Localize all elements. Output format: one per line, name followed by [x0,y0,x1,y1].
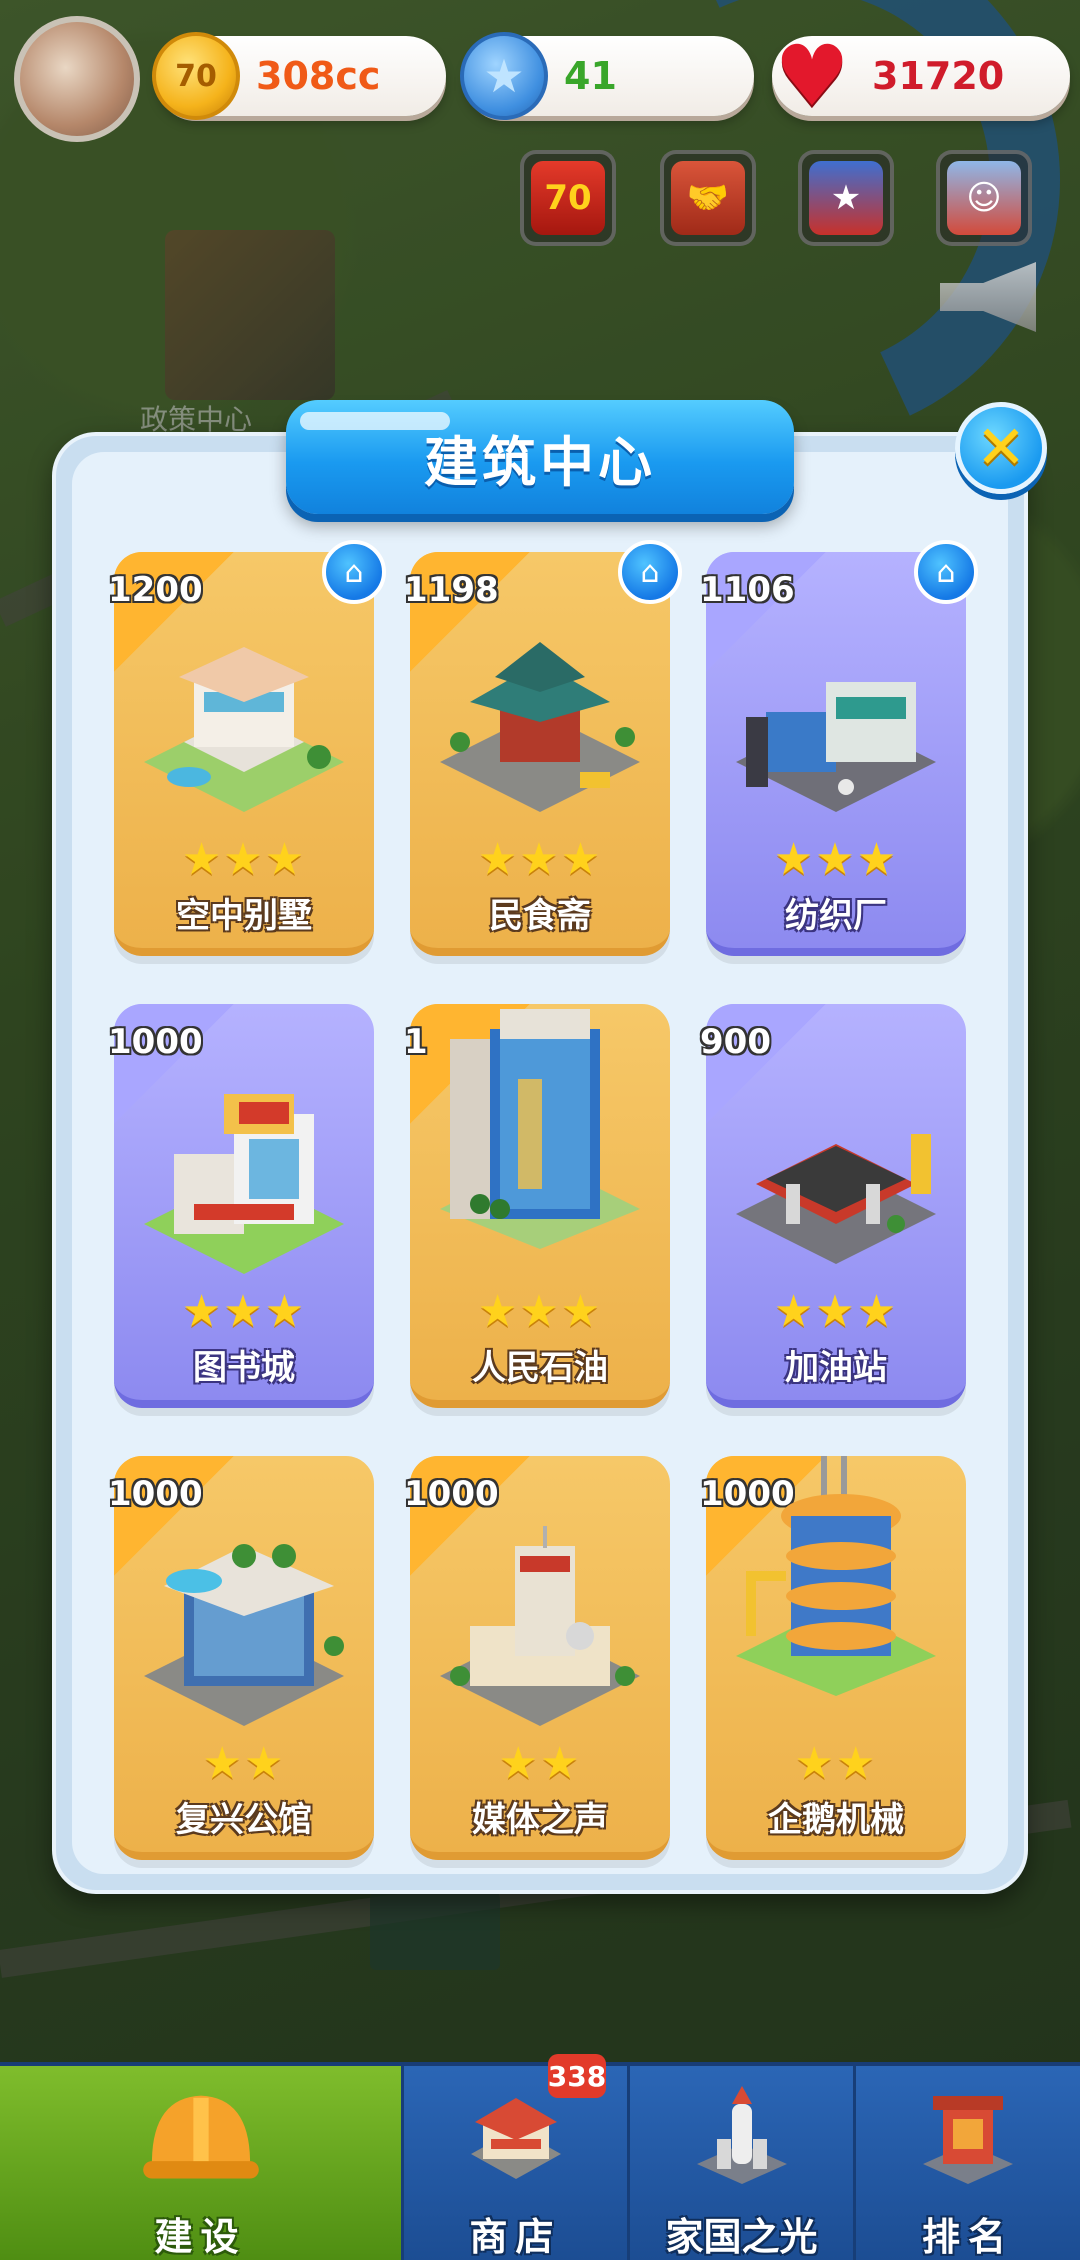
home-icon[interactable]: ⌂ [322,540,386,604]
card-name: 媒体之声 [472,1800,608,1840]
card-name: 民食斋 [489,896,591,936]
building-card-gas-station[interactable]: 900 ★★★ 加油站 [700,1004,966,1408]
panel-title: 建筑中心 [424,430,656,494]
event-character-button[interactable]: ☺ [936,150,1032,246]
card-price: 1000 [108,1022,203,1062]
anniversary-70-icon: 70 [531,161,605,235]
star-rating: ★★ [202,1738,286,1789]
hero-event-icon: ★ [809,161,883,235]
event-handshake-button[interactable]: 🤝 [660,150,756,246]
player-avatar[interactable] [14,16,140,142]
nav-tab-build[interactable]: 建设 [0,2066,404,2260]
star-rating: ★★ [498,1738,582,1789]
villa-illustration [144,647,344,812]
gas-station-illustration [736,1134,936,1264]
office-tower-illustration [440,1009,640,1249]
nav-tab-ranking[interactable]: 排名 [856,2066,1080,2260]
close-icon: ✕ [975,413,1027,483]
building-card-book-city[interactable]: 1000 ★★★ 图书城 [108,1004,374,1408]
card-name: 图书城 [193,1348,295,1388]
ranking-icon [923,2096,1013,2184]
card-price: 1 [404,1022,428,1062]
building-card-fuxing-mansion[interactable]: 1000 ★★ 复兴公馆 [108,1456,374,1860]
building-card-textile-factory[interactable]: 1106 ⌂ ★★★ 纺织厂 [700,540,978,956]
star-counter[interactable]: ★ 41 [460,32,754,120]
card-name: 空中别墅 [176,896,312,936]
card-price: 900 [700,1022,771,1062]
restaurant-illustration [440,642,640,812]
star-rating: ★★★ [181,834,307,885]
star-rating: ★★★ [181,1286,307,1337]
card-price: 1200 [108,570,203,610]
card-name: 企鹅机械 [768,1800,904,1840]
nav-label: 排名 [921,2215,1014,2259]
building-card-penguin-machinery[interactable]: 1000 ★★ 企鹅机械 [700,1456,966,1860]
tv-station-illustration [440,1526,640,1726]
shop-notification-badge: 338 [548,2054,606,2098]
card-name: 人民石油 [472,1348,608,1388]
star-rating: ★★ [794,1738,878,1789]
card-price: 1198 [404,570,499,610]
machinery-tower-illustration [736,1456,936,1696]
building-card-minshizhai[interactable]: 1198 ⌂ ★★★ 民食斋 [404,540,682,956]
coin-counter[interactable]: 70 308cc [152,32,446,120]
factory-illustration [736,682,936,812]
heart-icon: ♥ [774,27,850,125]
event-hero-button[interactable]: ★ [798,150,894,246]
star-rating: ★★★ [773,834,899,885]
star-rating: ★★★ [477,834,603,885]
star-value: 41 [564,54,617,98]
card-name: 加油站 [785,1348,887,1388]
heart-counter[interactable]: ♥ 31720 [772,34,1070,118]
coin-icon: 70 [152,32,240,120]
building-card-sky-villa[interactable]: 1200 ⌂ ★★★ 空中别墅 [108,540,386,956]
hard-hat-icon [142,2095,259,2179]
coin-value: 308cc [256,54,381,98]
star-rating: ★★★ [477,1286,603,1337]
home-icon[interactable]: ⌂ [914,540,978,604]
character-event-icon: ☺ [947,161,1021,235]
bookstore-illustration [144,1094,344,1274]
handshake-icon: 🤝 [671,161,745,235]
shop-icon [470,2098,561,2179]
card-name: 复兴公馆 [176,1800,312,1840]
card-price: 1000 [404,1474,499,1514]
star-icon: ★ [460,32,548,120]
rocket-icon [696,2086,787,2184]
card-price: 1000 [108,1474,203,1514]
nav-label: 家国之光 [665,2215,818,2259]
mansion-illustration [144,1544,344,1726]
nav-label: 商店 [469,2215,562,2259]
building-card-peoples-oil[interactable]: 1 ★★★ 人民石油 [404,1004,670,1408]
star-rating: ★★★ [773,1286,899,1337]
close-button[interactable]: ✕ [955,402,1047,494]
nav-label: 建设 [154,2215,247,2259]
home-icon[interactable]: ⌂ [618,540,682,604]
nav-tab-homeland-light[interactable]: 家国之光 [630,2066,856,2260]
card-price: 1106 [700,570,795,610]
building-card-media-voice[interactable]: 1000 ★★ 媒体之声 [404,1456,670,1860]
event-anniversary-button[interactable]: 70 [520,150,616,246]
card-name: 纺织厂 [785,896,887,936]
panel-title-banner: 建筑中心 [286,400,794,514]
heart-value: 31720 [872,54,1005,98]
bottom-navigation: 建设 商店 家国之光 排名 [0,2062,1080,2260]
